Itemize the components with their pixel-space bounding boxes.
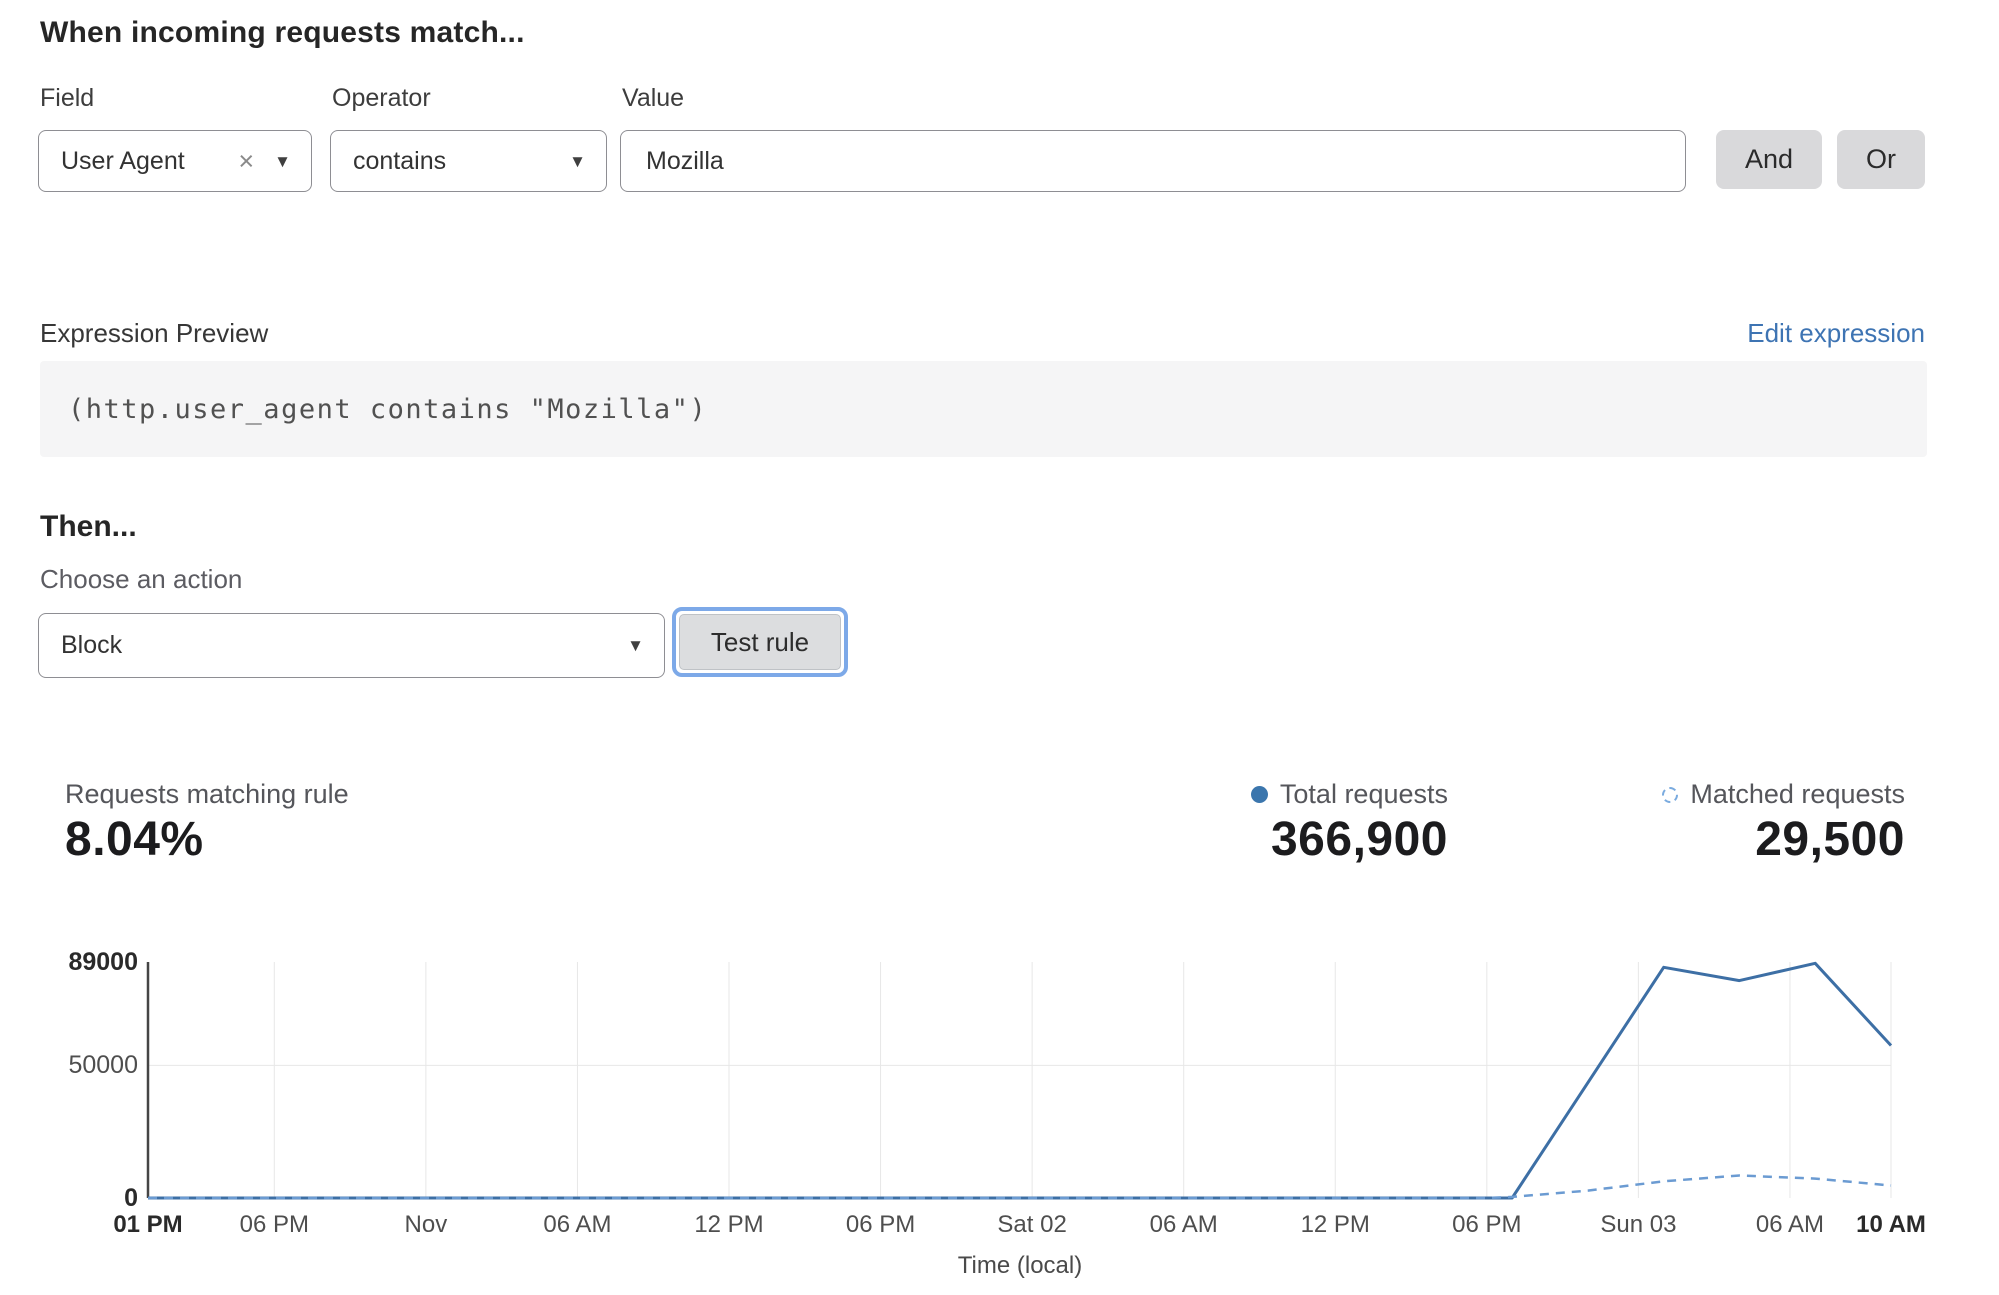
operator-label: Operator — [332, 84, 431, 113]
and-button[interactable]: And — [1716, 130, 1822, 189]
x-tick-label: 06 AM — [507, 1211, 647, 1239]
matched-requests-value: 29,500 — [1755, 812, 1905, 867]
value-input[interactable] — [620, 130, 1686, 192]
x-tick-label: 12 PM — [659, 1211, 799, 1239]
chevron-down-icon: ▼ — [274, 153, 291, 170]
x-tick-label: 06 AM — [1114, 1211, 1254, 1239]
value-label: Value — [622, 84, 684, 113]
total-requests-legend: Total requests — [1251, 779, 1448, 810]
expression-code-box: (http.user_agent contains "Mozilla") — [40, 361, 1927, 457]
field-select[interactable]: User Agent × ▼ — [38, 130, 312, 192]
test-rule-focus-ring: Test rule — [672, 607, 848, 677]
field-select-value: User Agent — [39, 147, 185, 176]
y-tick-label: 89000 — [20, 948, 138, 977]
operator-select[interactable]: contains ▼ — [330, 130, 607, 192]
requests-matching-label: Requests matching rule — [65, 779, 349, 810]
choose-action-label: Choose an action — [40, 564, 242, 595]
expression-preview-label: Expression Preview — [40, 318, 268, 349]
chart-time-axis-label: Time (local) — [870, 1252, 1170, 1280]
chevron-down-icon: ▼ — [627, 637, 644, 654]
requests-chart: 05000089000 01 PM06 PMNov06 AM12 PM06 PM… — [0, 930, 1999, 1295]
total-requests-label: Total requests — [1280, 779, 1448, 810]
test-rule-button[interactable]: Test rule — [679, 614, 841, 670]
total-requests-value: 366,900 — [1271, 812, 1448, 867]
edit-expression-link[interactable]: Edit expression — [1747, 318, 1925, 349]
match-section-title: When incoming requests match... — [40, 16, 525, 50]
requests-matching-value: 8.04% — [65, 812, 204, 867]
x-tick-label: 06 PM — [204, 1211, 344, 1239]
operator-select-value: contains — [331, 147, 446, 176]
chart-svg — [0, 930, 1999, 1230]
matched-requests-label: Matched requests — [1690, 779, 1905, 810]
expression-code: (http.user_agent contains "Mozilla") — [40, 394, 707, 425]
x-tick-label: 01 PM — [78, 1211, 218, 1239]
x-tick-label: 06 PM — [1417, 1211, 1557, 1239]
x-tick-label: Sat 02 — [962, 1211, 1102, 1239]
or-button[interactable]: Or — [1837, 130, 1925, 189]
x-tick-label: 10 AM — [1821, 1211, 1961, 1239]
action-select[interactable]: Block ▼ — [38, 613, 665, 678]
x-tick-label: Sun 03 — [1568, 1211, 1708, 1239]
y-tick-label: 0 — [20, 1184, 138, 1213]
y-tick-label: 50000 — [20, 1051, 138, 1080]
action-select-value: Block — [39, 631, 122, 660]
x-tick-label: Nov — [356, 1211, 496, 1239]
then-title: Then... — [40, 510, 137, 544]
x-tick-label: 06 PM — [811, 1211, 951, 1239]
field-label: Field — [40, 84, 94, 113]
x-tick-label: 12 PM — [1265, 1211, 1405, 1239]
solid-dot-icon — [1251, 786, 1268, 803]
dashed-circle-icon — [1662, 787, 1678, 803]
clear-field-icon[interactable]: × — [238, 148, 254, 175]
chevron-down-icon: ▼ — [569, 153, 586, 170]
matched-requests-legend: Matched requests — [1662, 779, 1905, 810]
